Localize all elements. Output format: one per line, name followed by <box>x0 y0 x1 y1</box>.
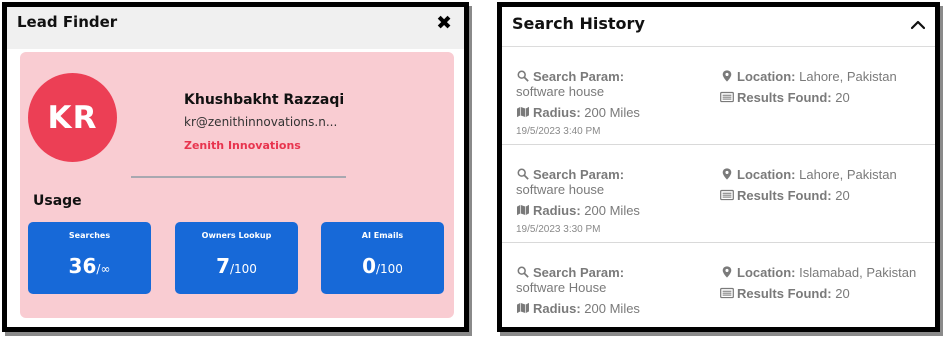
list-icon <box>720 91 734 103</box>
map-icon <box>517 106 529 118</box>
radius-row: Radius: 200 Miles <box>516 105 711 120</box>
search-param-label: Search Param: <box>533 69 625 84</box>
location-row: Location: Islamabad, Pakistan <box>720 265 920 280</box>
search-param-value: software house <box>516 84 605 99</box>
search-history-item[interactable]: Search Param: software house Radius: 200… <box>502 145 935 243</box>
search-param-label: Search Param: <box>533 265 625 280</box>
stat-value: 36/∞ <box>28 254 151 278</box>
search-param-label: Search Param: <box>533 167 625 182</box>
divider <box>131 176 346 178</box>
entry-timestamp: 19/5/2023 3:40 PM <box>516 126 601 137</box>
user-email: kr@zenithinnovations.n... <box>184 115 338 129</box>
entry-left-column: Search Param: software house Radius: 200… <box>516 69 711 137</box>
radius-label: Radius: <box>533 203 581 218</box>
results-label: Results Found: <box>737 188 832 203</box>
search-param-value: software house <box>516 182 605 197</box>
stat-label: AI Emails <box>361 231 404 240</box>
map-icon <box>517 302 529 314</box>
results-value: 20 <box>835 90 850 105</box>
radius-label: Radius: <box>533 105 581 120</box>
avatar: KR <box>28 73 117 162</box>
list-icon <box>720 287 734 299</box>
search-icon <box>517 266 529 278</box>
search-param-row: Search Param: <box>516 69 711 84</box>
chevron-up-icon[interactable] <box>911 18 925 32</box>
search-param-row: Search Param: <box>516 265 711 280</box>
results-row: Results Found: 20 <box>720 188 920 203</box>
entry-timestamp: 19/5/2023 3:30 PM <box>516 224 601 235</box>
search-history-item[interactable]: Search Param: software house Radius: 200… <box>502 47 935 145</box>
location-row: Location: Lahore, Pakistan <box>720 167 920 182</box>
stat-max: 100 <box>380 262 403 276</box>
stat-label: Searches <box>68 231 111 240</box>
location-row: Location: Lahore, Pakistan <box>720 69 920 84</box>
stat-value: 0/100 <box>321 254 444 278</box>
search-history-panel: Search History Search Param: software ho… <box>497 2 940 332</box>
results-row: Results Found: 20 <box>720 90 920 105</box>
stat-number: 0 <box>362 254 376 278</box>
radius-value: 200 Miles <box>584 301 640 316</box>
location-label: Location: <box>737 167 796 182</box>
avatar-initials: KR <box>47 99 98 136</box>
stat-max: 100 <box>234 262 257 276</box>
location-label: Location: <box>737 265 796 280</box>
entry-left-column: Search Param: software house Radius: 200… <box>516 167 711 235</box>
search-history-list: Search Param: software house Radius: 200… <box>502 47 935 327</box>
usage-title: Usage <box>33 193 82 209</box>
radius-value: 200 Miles <box>584 203 640 218</box>
location-pin-icon <box>722 70 732 82</box>
results-value: 20 <box>835 286 850 301</box>
entry-right-column: Location: Lahore, Pakistan Results Found… <box>720 69 920 105</box>
location-label: Location: <box>737 69 796 84</box>
location-value: Lahore, Pakistan <box>799 167 897 182</box>
search-history-header[interactable]: Search History <box>502 7 935 47</box>
search-icon <box>517 70 529 82</box>
entry-right-column: Location: Lahore, Pakistan Results Found… <box>720 167 920 203</box>
location-pin-icon <box>722 168 732 180</box>
user-company: Zenith Innovations <box>184 139 301 152</box>
search-history-title: Search History <box>512 14 645 33</box>
results-label: Results Found: <box>737 90 832 105</box>
stat-number: 36 <box>68 254 97 278</box>
results-row: Results Found: 20 <box>720 286 920 301</box>
stat-owners-lookup: Owners Lookup 7/100 <box>175 222 298 294</box>
radius-row: Radius: 200 Miles <box>516 301 711 316</box>
location-pin-icon <box>722 266 732 278</box>
stat-ai-emails: AI Emails 0/100 <box>321 222 444 294</box>
entry-left-column: Search Param: software House Radius: 200… <box>516 265 711 316</box>
profile-card: KR Khushbakht Razzaqi kr@zenithinnovatio… <box>20 52 454 318</box>
radius-row: Radius: 200 Miles <box>516 203 711 218</box>
location-value: Lahore, Pakistan <box>799 69 897 84</box>
stat-max: ∞ <box>100 262 111 276</box>
user-name: Khushbakht Razzaqi <box>184 92 345 108</box>
results-label: Results Found: <box>737 286 832 301</box>
results-value: 20 <box>835 188 850 203</box>
lead-finder-header: Lead Finder ✖ <box>7 7 464 49</box>
lead-finder-panel: Lead Finder ✖ KR Khushbakht Razzaqi kr@z… <box>2 2 469 332</box>
stat-label: Owners Lookup <box>201 231 272 240</box>
search-param-row: Search Param: <box>516 167 711 182</box>
stat-searches: Searches 36/∞ <box>28 222 151 294</box>
search-history-item[interactable]: Search Param: software House Radius: 200… <box>502 243 935 327</box>
entry-right-column: Location: Islamabad, Pakistan Results Fo… <box>720 265 920 301</box>
stat-value: 7/100 <box>175 254 298 278</box>
radius-value: 200 Miles <box>584 105 640 120</box>
lead-finder-title: Lead Finder <box>17 13 118 31</box>
list-icon <box>720 189 734 201</box>
search-param-value: software House <box>516 280 607 295</box>
map-icon <box>517 204 529 216</box>
location-value: Islamabad, Pakistan <box>799 265 917 280</box>
close-icon[interactable]: ✖ <box>436 13 452 33</box>
radius-label: Radius: <box>533 301 581 316</box>
search-icon <box>517 168 529 180</box>
stat-number: 7 <box>216 254 230 278</box>
